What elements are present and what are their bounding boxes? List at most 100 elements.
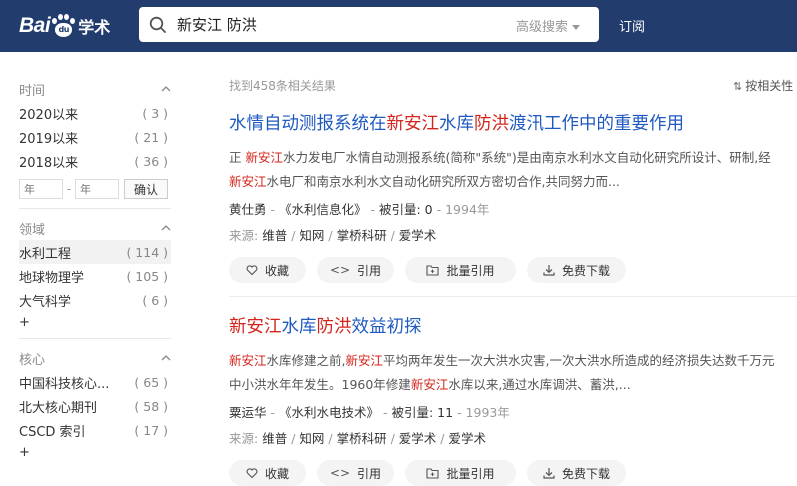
source-link[interactable]: 维普 [262,431,287,446]
result-title-link[interactable]: 水情自动测报系统在新安江水库防洪渡汛工作中的重要作用 [229,112,797,136]
filter-section-time[interactable]: 时间 [19,77,171,101]
logo-suffix: 学术 [78,18,111,37]
source-link[interactable]: 知网 [299,228,324,243]
code-cite-icon: <> [329,466,351,480]
free-download-button[interactable]: 免费下载 [527,460,626,486]
cited-count[interactable]: 11 [437,405,453,420]
free-download-button[interactable]: 免费下载 [527,257,626,283]
search-input[interactable] [177,12,477,37]
result-sources: 来源: 维普 / 知网 / 掌桥科研 / 爱学术 / 爱学术 [229,431,486,446]
source-link[interactable]: 爱学术 [448,431,486,446]
collect-label: 收藏 [264,466,289,481]
source-link[interactable]: 掌桥科研 [337,228,387,243]
publish-year: 1993年 [465,405,510,420]
author-link[interactable]: 粟运华 [229,405,267,420]
divider [19,208,171,209]
filter-item-count: ( 6 ) [142,292,168,308]
abstract-text: 中小洪水年年发生。1960年修建 [229,377,411,392]
filter-item-2019[interactable]: 2019以来 ( 21 ) [19,125,171,149]
source-link[interactable]: 维普 [262,228,287,243]
filter-item-pku-core[interactable]: 北大核心期刊 ( 58 ) [19,394,171,418]
folder-icon [426,468,440,479]
result-meta: 粟运华 - 《水利水电技术》 - 被引量: 11 - 1993年 [229,405,510,420]
year-confirm-button[interactable]: 确认 [124,179,168,199]
filter-item-geophysics[interactable]: 地球物理学 ( 105 ) [19,264,171,288]
filter-item-count: ( 21 ) [134,129,168,145]
cited-label: 被引量: [391,405,434,420]
filter-item-label: 大气科学 [19,294,72,310]
source-link[interactable]: 知网 [299,431,324,446]
year-from-input[interactable] [19,179,63,199]
caret-down-icon [572,25,581,30]
collect-label: 收藏 [264,263,289,278]
cite-button[interactable]: <> 引用 [317,460,394,486]
filter-item-cscd[interactable]: CSCD 索引 ( 17 ) [19,418,171,442]
title-text: 水库 [439,114,474,134]
source-link[interactable]: 爱学术 [399,228,437,243]
logo-du-text: du [58,25,69,34]
free-download-label: 免费下载 [561,466,610,481]
result-meta: 黄仕勇 - 《水利信息化》 - 被引量: 0 - 1994年 [229,202,490,217]
title-text: 水情自动测报系统在 [229,114,387,134]
title-highlight: 新安江 [229,317,282,337]
baidu-xueshu-logo[interactable]: Bai du 学术 [19,13,110,39]
advanced-search-dropdown[interactable]: 高级搜索 [516,16,581,35]
title-highlight: 防洪 [474,114,509,134]
filter-item-label: 地球物理学 [19,270,85,286]
folder-icon [426,265,440,276]
source-label: 来源: [229,228,259,243]
batch-cite-button[interactable]: 批量引用 [405,257,516,283]
batch-cite-button[interactable]: 批量引用 [405,460,516,486]
filter-item-label: CSCD 索引 [19,424,86,440]
result-item: 水情自动测报系统在新安江水库防洪渡汛工作中的重要作用 正 新安江水力发电厂水情自… [229,112,797,283]
abstract-text: 水电厂和南京水利水文自动化研究所双方密切合作,共同努力而... [266,174,620,189]
chevron-up-icon[interactable] [161,353,171,363]
filter-item-count: ( 17 ) [134,422,168,438]
subscribe-link[interactable]: 订阅 [619,16,645,35]
year-to-input[interactable] [75,179,119,199]
filter-item-2018[interactable]: 2018以来 ( 36 ) [19,149,171,173]
filter-item-label: 水利工程 [19,246,72,262]
filter-field-more[interactable]: + [19,312,171,334]
abstract-highlight: 新安江 [345,353,384,368]
filter-item-count: ( 105 ) [126,268,168,284]
filter-item-count: ( 65 ) [134,374,168,390]
abstract-text: 水库修建之前, [266,353,346,368]
filter-section-field[interactable]: 领域 [19,216,171,240]
journal-link[interactable]: 《水利信息化》 [279,202,367,217]
filter-core-more[interactable]: + [19,442,171,464]
result-item: 新安江水库防洪效益初探 新安江水库修建之前,新安江平均两年发生一次大洪水灾害,一… [229,315,797,486]
collect-button[interactable]: 收藏 [229,460,306,486]
cited-count[interactable]: 0 [425,202,433,217]
search-icon[interactable] [149,16,167,34]
result-title-link[interactable]: 新安江水库防洪效益初探 [229,315,797,339]
journal-link[interactable]: 《水利水电技术》 [279,405,379,420]
source-link[interactable]: 爱学术 [399,431,437,446]
year-range: - 确认 [19,178,171,200]
filter-item-label: 2019以来 [19,131,79,147]
abstract-highlight: 新安江 [229,174,267,189]
filter-item-hydraulic[interactable]: 水利工程 ( 114 ) [19,240,171,264]
cite-button[interactable]: <> 引用 [317,257,394,283]
result-abstract: 新安江水库修建之前,新安江平均两年发生一次大洪水灾害,一次大洪水所造成的经济损失… [229,349,797,397]
collect-button[interactable]: 收藏 [229,257,306,283]
download-icon [543,265,555,276]
abstract-text: 平均两年发生一次大洪水灾害,一次大洪水所造成的经济损失达数千万元 [383,353,775,368]
abstract-highlight: 新安江 [229,353,267,368]
filter-sidebar: 时间 2020以来 ( 3 ) 2019以来 ( 21 ) 2018以来 ( 3… [19,70,171,464]
abstract-highlight: 新安江 [245,150,283,165]
sort-by-relevance[interactable]: ⇅ 按相关性 [733,77,793,94]
year-range-dash: - [66,182,72,196]
filter-item-2020[interactable]: 2020以来 ( 3 ) [19,101,171,125]
chevron-up-icon[interactable] [161,84,171,94]
author-link[interactable]: 黄仕勇 [229,202,267,217]
search-box: 高级搜索 [139,7,599,42]
filter-item-atmospheric[interactable]: 大气科学 ( 6 ) [19,288,171,312]
filter-item-label: 2018以来 [19,155,79,171]
filter-item-count: ( 114 ) [126,244,168,260]
filter-section-core[interactable]: 核心 [19,346,171,370]
source-link[interactable]: 掌桥科研 [337,431,387,446]
chevron-up-icon[interactable] [161,223,171,233]
filter-item-cstpcd[interactable]: 中国科技核心... ( 65 ) [19,370,171,394]
free-download-label: 免费下载 [561,263,610,278]
